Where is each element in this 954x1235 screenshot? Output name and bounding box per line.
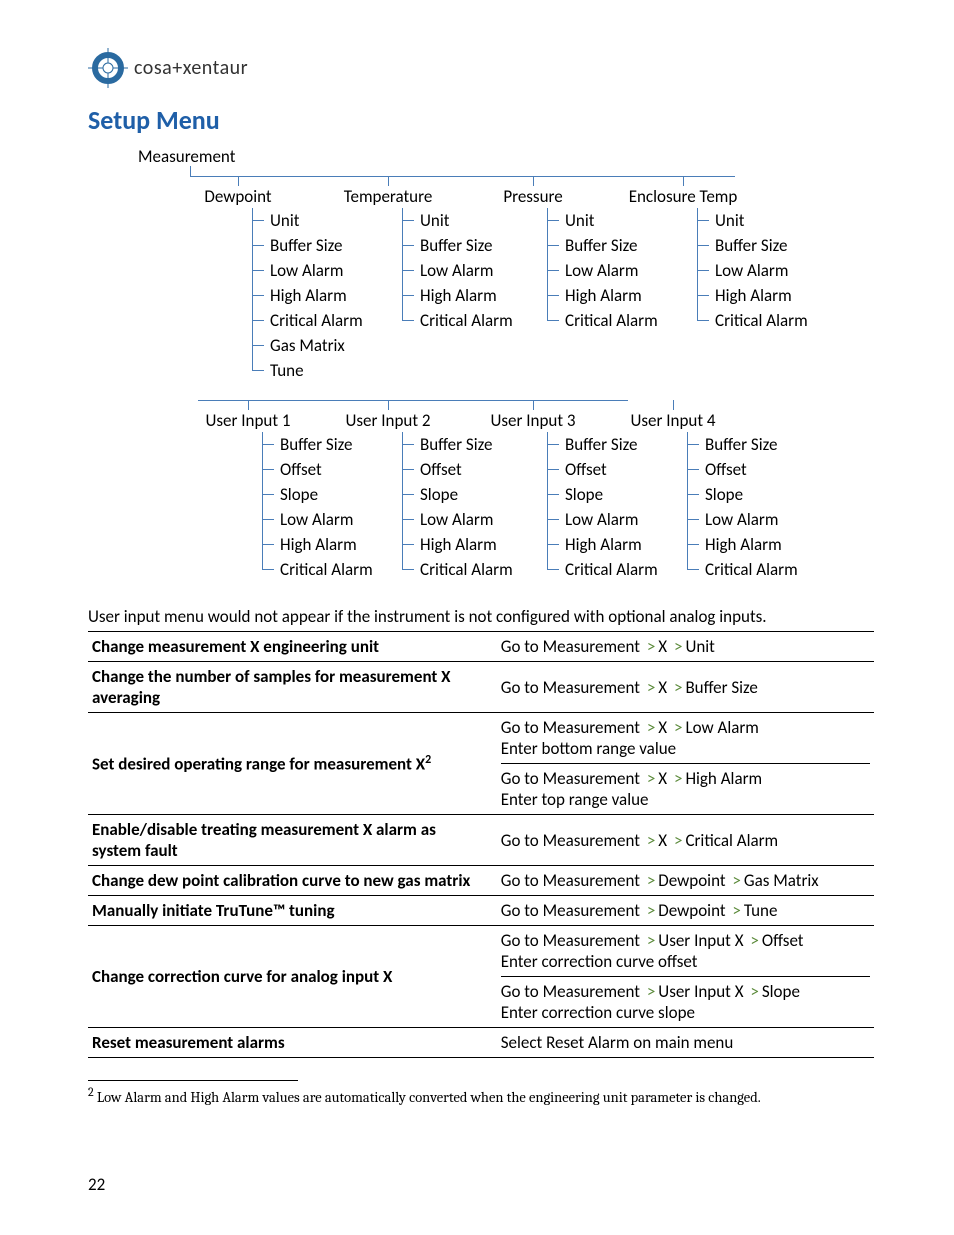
tree-item: High Alarm [687,532,798,557]
tree-item: Unit [547,208,658,233]
tree-item: Critical Alarm [697,308,808,333]
instruction-steps: Go to Measurement >User Input X >OffsetE… [497,926,874,1028]
tree-item: Buffer Size [252,233,363,258]
tree-item: Low Alarm [547,507,658,532]
tree-item: Low Alarm [252,258,363,283]
tree-item: High Alarm [402,532,513,557]
tree-item: Critical Alarm [402,308,513,333]
logo-text: cosa+xentaur [134,56,248,80]
instruction-steps: Go to Measurement >X >Low AlarmEnter bot… [497,713,874,815]
footnote-separator [88,1080,298,1081]
note-text: User input menu would not appear if the … [88,606,874,627]
tree-item: Offset [262,457,373,482]
instruction-steps: Go to Measurement >Dewpoint >Gas Matrix [497,866,874,896]
tree-item: Critical Alarm [547,308,658,333]
tree-item: Critical Alarm [402,557,513,582]
tree-item: Low Alarm [402,258,513,283]
instruction-title: Change the number of samples for measure… [88,662,497,713]
tree-item: Unit [697,208,808,233]
tree-item: High Alarm [402,283,513,308]
tree-root: Measurement [138,146,235,167]
instruction-steps: Go to Measurement >X >Unit [497,632,874,662]
tree-item: Low Alarm [402,507,513,532]
page-number: 22 [88,1174,105,1195]
tree-branch-label: User Input 2 [345,410,430,431]
page-title: Setup Menu [88,104,874,136]
tree-item: High Alarm [547,283,658,308]
tree-item: Offset [402,457,513,482]
instruction-title: Reset measurement alarms [88,1028,497,1058]
instruction-steps: Go to Measurement >X >Critical Alarm [497,815,874,866]
logo-icon [88,48,128,88]
instruction-title: Set desired operating range for measurem… [88,713,497,815]
tree-item: Critical Alarm [252,308,363,333]
tree-item: High Alarm [252,283,363,308]
tree-branch-label: Temperature [344,186,433,207]
tree-branch-label: User Input 3 [490,410,575,431]
tree-item: Critical Alarm [687,557,798,582]
tree-item: Buffer Size [547,432,658,457]
menu-tree-measurement: Measurement DewpointUnitBuffer SizeLow A… [138,146,874,394]
instruction-steps: Go to Measurement >Dewpoint >Tune [497,896,874,926]
tree-item: Buffer Size [687,432,798,457]
instruction-steps: Go to Measurement >X >Buffer Size [497,662,874,713]
instruction-title: Change dew point calibration curve to ne… [88,866,497,896]
instruction-title: Manually initiate TruTune™ tuning [88,896,497,926]
tree-branch-label: Pressure [503,186,562,207]
instruction-title: Enable/disable treating measurement X al… [88,815,497,866]
tree-item: Offset [547,457,658,482]
footnote: 2 Low Alarm and High Alarm values are au… [88,1085,874,1106]
tree-branch-label: Dewpoint [204,186,271,207]
tree-item: Gas Matrix [252,333,363,358]
tree-item: Low Alarm [262,507,373,532]
tree-item: Low Alarm [687,507,798,532]
menu-tree-userinput: User Input 1Buffer SizeOffsetSlopeLow Al… [138,400,874,600]
tree-branch-label: Enclosure Temp [629,186,738,207]
instruction-steps: Select Reset Alarm on main menu [497,1028,874,1058]
tree-item: Slope [547,482,658,507]
tree-item: Slope [687,482,798,507]
brand-logo: cosa+xentaur [88,48,874,88]
tree-item: Low Alarm [697,258,808,283]
tree-item: Critical Alarm [547,557,658,582]
tree-item: Slope [402,482,513,507]
tree-branch-label: User Input 4 [630,410,715,431]
tree-item: Unit [402,208,513,233]
tree-item: Buffer Size [697,233,808,258]
tree-item: Buffer Size [262,432,373,457]
tree-branch-label: User Input 1 [205,410,290,431]
tree-item: Tune [252,358,363,383]
instruction-title: Change correction curve for analog input… [88,926,497,1028]
tree-item: High Alarm [262,532,373,557]
tree-item: Critical Alarm [262,557,373,582]
tree-item: Buffer Size [402,233,513,258]
tree-item: High Alarm [547,532,658,557]
tree-item: Offset [687,457,798,482]
tree-item: Low Alarm [547,258,658,283]
tree-item: Unit [252,208,363,233]
instruction-title: Change measurement X engineering unit [88,632,497,662]
tree-item: Slope [262,482,373,507]
tree-item: Buffer Size [547,233,658,258]
instruction-table: Change measurement X engineering unitGo … [88,631,874,1058]
tree-item: High Alarm [697,283,808,308]
tree-item: Buffer Size [402,432,513,457]
